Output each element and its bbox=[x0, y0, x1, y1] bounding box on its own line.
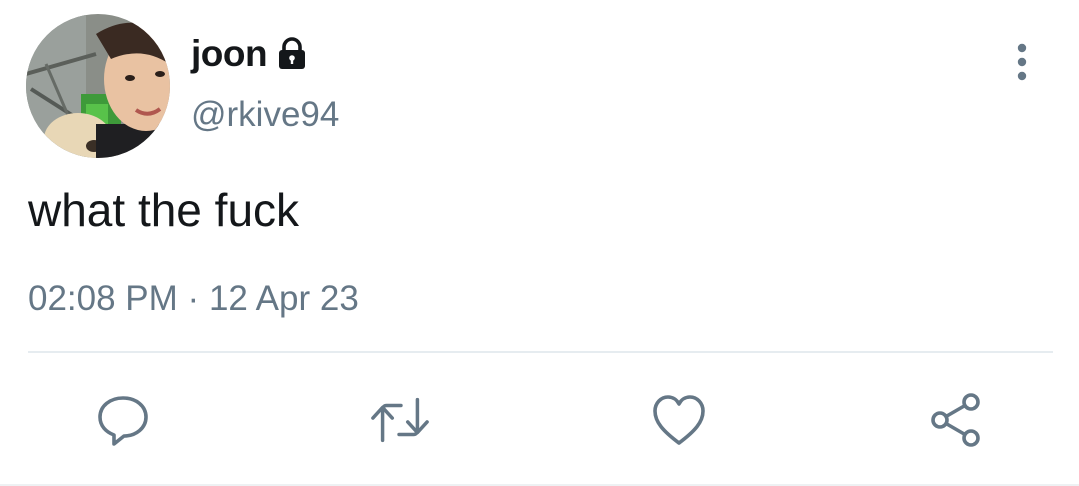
tweet-date: 12 Apr 23 bbox=[208, 279, 359, 318]
more-vertical-icon[interactable] bbox=[1004, 40, 1040, 84]
retweet-button[interactable] bbox=[370, 390, 430, 450]
meta-separator: · bbox=[187, 279, 200, 318]
tweet-timestamp: 02:08 PM · 12 Apr 23 bbox=[28, 276, 359, 322]
avatar-photo bbox=[26, 14, 170, 158]
retweet-icon bbox=[371, 397, 429, 443]
like-button[interactable] bbox=[649, 390, 709, 450]
tweet-time: 02:08 PM bbox=[28, 279, 178, 318]
divider bbox=[28, 351, 1053, 353]
tweet-card: joon @rkive94 what the fuck 02:08 PM · 1… bbox=[0, 0, 1079, 486]
name-row: joon bbox=[191, 30, 309, 78]
user-handle[interactable]: @rkive94 bbox=[191, 92, 339, 138]
reply-icon bbox=[98, 396, 148, 446]
share-button[interactable] bbox=[926, 390, 986, 450]
heart-icon bbox=[653, 395, 705, 445]
avatar[interactable] bbox=[26, 14, 170, 158]
reply-button[interactable] bbox=[93, 390, 153, 450]
lock-icon bbox=[275, 37, 309, 71]
tweet-text: what the fuck bbox=[28, 184, 300, 236]
share-icon bbox=[931, 393, 980, 447]
display-name[interactable]: joon bbox=[191, 30, 268, 78]
